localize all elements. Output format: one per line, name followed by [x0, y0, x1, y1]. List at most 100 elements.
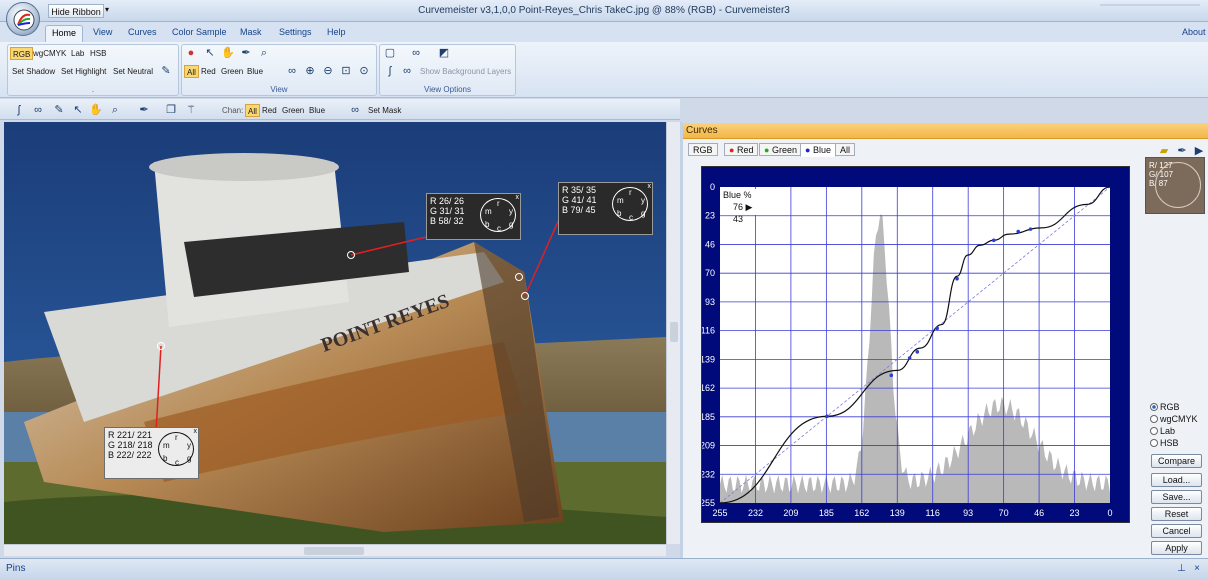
- view-channel-green[interactable]: Green: [219, 65, 245, 78]
- curve-control-point[interactable]: [915, 350, 920, 354]
- curve-control-point[interactable]: [955, 276, 959, 281]
- mode-rgb-button[interactable]: RGB: [10, 47, 34, 60]
- mode-hsb-button[interactable]: HSB: [88, 47, 108, 60]
- zoom-out-icon[interactable]: ⊖: [321, 64, 335, 78]
- radio-hsb[interactable]: HSB: [1150, 437, 1179, 449]
- quick-access-dropdown[interactable]: ▾: [105, 5, 109, 14]
- mode-wgcmyk-button[interactable]: wgCMYK: [31, 47, 68, 60]
- color-probe-3[interactable]: R 221/ 221 G 218/ 218 B 222/ 222 x rygcb…: [104, 427, 199, 479]
- curves-svg[interactable]: 0 23 46 70 93 116 139 162 185 209 232 255 255 232 209…: [702, 167, 1131, 524]
- set-mask-button[interactable]: Set Mask: [366, 104, 403, 117]
- toolbar-channel-all[interactable]: All: [245, 104, 260, 117]
- about-link[interactable]: About: [1176, 25, 1208, 42]
- hide-ribbon-button[interactable]: Hide Ribbon: [48, 4, 104, 18]
- curvemeister-icon[interactable]: ●: [184, 46, 198, 60]
- load-button[interactable]: Load...: [1151, 473, 1202, 487]
- pointer-icon[interactable]: ↖: [71, 103, 85, 117]
- copy-icon[interactable]: ❐: [164, 103, 178, 117]
- apply-button[interactable]: Apply: [1151, 541, 1202, 555]
- probe-close-icon[interactable]: x: [648, 182, 652, 192]
- toolbar-channel-red[interactable]: Red: [260, 104, 279, 117]
- tab-home[interactable]: Home: [45, 25, 84, 42]
- color-probe-2[interactable]: R 35/ 35 G 41/ 41 B 79/ 45 x rygcbm: [558, 182, 653, 235]
- tab-curves[interactable]: Curves: [122, 25, 163, 42]
- show-background-layers-button[interactable]: Show Background Layers: [418, 65, 513, 78]
- layer-square-icon[interactable]: ▢: [383, 46, 397, 60]
- probe-close-icon[interactable]: x: [194, 427, 198, 437]
- set-highlight-button[interactable]: Set Highlight: [59, 65, 108, 78]
- tab-color-sample[interactable]: Color Sample: [166, 25, 233, 42]
- mask-glasses-icon[interactable]: ∞: [285, 64, 299, 78]
- curve-control-point[interactable]: [1028, 227, 1033, 231]
- curves-tab-rgb[interactable]: RGB: [688, 143, 718, 156]
- wand-icon[interactable]: ⚚: [184, 103, 198, 117]
- toolbar-channel-green[interactable]: Green: [280, 104, 306, 117]
- curve-control-point[interactable]: [935, 326, 939, 331]
- toolbar-channel-blue[interactable]: Blue: [307, 104, 327, 117]
- close-icon[interactable]: ×: [1194, 559, 1200, 579]
- y-tick-label: 162: [702, 383, 715, 393]
- zoom-in-icon[interactable]: ⊕: [303, 64, 317, 78]
- zoom-fit-icon[interactable]: ⊡: [339, 64, 353, 78]
- neutral-picker-icon[interactable]: ✎: [52, 103, 66, 117]
- eyedropper-icon[interactable]: ✒: [1175, 144, 1189, 158]
- eyedropper-icon[interactable]: ✒: [239, 46, 253, 60]
- app-menu-orb[interactable]: [6, 2, 40, 36]
- curves-tab-red[interactable]: ● Red: [724, 143, 759, 156]
- curve-control-point[interactable]: [991, 238, 996, 243]
- view-channel-all[interactable]: All: [184, 65, 199, 78]
- zoom-actual-icon[interactable]: ⊙: [357, 64, 371, 78]
- hand-icon[interactable]: ✋: [221, 46, 235, 60]
- magnifier-icon[interactable]: ⌕: [257, 46, 271, 60]
- image-horizontal-scrollbar[interactable]: [4, 544, 666, 556]
- magnifier-icon[interactable]: ⌕: [108, 103, 122, 117]
- folder-icon[interactable]: ▰: [1157, 144, 1171, 158]
- curves-tab-all[interactable]: All: [835, 143, 856, 156]
- mode-lab-button[interactable]: Lab: [69, 47, 86, 60]
- curves-graph[interactable]: 0 23 46 70 93 116 139 162 185 209 232 255 255 232 209…: [701, 166, 1130, 523]
- set-neutral-button[interactable]: Set Neutral: [111, 65, 155, 78]
- curve-control-point[interactable]: [825, 414, 829, 419]
- scroll-thumb[interactable]: [304, 547, 364, 555]
- eyedropper-icon[interactable]: ✒: [137, 103, 151, 117]
- cancel-button[interactable]: Cancel: [1151, 524, 1202, 538]
- color-probe-1[interactable]: R 26/ 26 G 31/ 31 B 58/ 32 x rygcbm: [426, 193, 521, 240]
- y-tick-label: 0: [710, 182, 715, 192]
- tab-mask[interactable]: Mask: [234, 25, 268, 42]
- pointer-icon[interactable]: ↖: [203, 46, 217, 60]
- curve-control-point[interactable]: [907, 356, 912, 360]
- curve-control-point[interactable]: [889, 373, 894, 378]
- radio-wgcmyk[interactable]: wgCMYK: [1150, 413, 1198, 425]
- hand-icon[interactable]: ✋: [89, 103, 103, 117]
- tab-settings[interactable]: Settings: [273, 25, 318, 42]
- pins-panel[interactable]: Pins ⊥ ×: [0, 558, 1208, 579]
- bg-glasses-icon[interactable]: ∞: [400, 64, 414, 78]
- play-icon[interactable]: ▶: [1192, 144, 1206, 158]
- view-channel-blue[interactable]: Blue: [245, 65, 265, 78]
- curve-tool-icon[interactable]: ʃ: [12, 103, 26, 117]
- y-tick-label: 70: [705, 268, 715, 278]
- compare-button[interactable]: Compare: [1151, 454, 1202, 468]
- radio-rgb[interactable]: RGB: [1150, 401, 1180, 413]
- chart-icon[interactable]: ◩: [437, 46, 451, 60]
- tab-view[interactable]: View: [87, 25, 118, 42]
- scroll-thumb[interactable]: [670, 322, 678, 342]
- curves-tab-green[interactable]: ● Green: [759, 143, 802, 156]
- probe-close-icon[interactable]: x: [516, 193, 520, 203]
- image-vertical-scrollbar[interactable]: [666, 122, 680, 544]
- view-glasses-icon[interactable]: ∞: [409, 46, 423, 60]
- glasses-icon[interactable]: ∞: [31, 103, 45, 117]
- curve-tool-icon[interactable]: ʃ: [383, 64, 397, 78]
- set-shadow-button[interactable]: Set Shadow: [10, 65, 57, 78]
- x-tick-label: 232: [748, 508, 763, 518]
- neutral-picker-icon[interactable]: ✎: [159, 64, 173, 78]
- save-button[interactable]: Save...: [1151, 490, 1202, 504]
- tab-help[interactable]: Help: [321, 25, 352, 42]
- radio-lab[interactable]: Lab: [1150, 425, 1175, 437]
- curve-control-point[interactable]: [1016, 229, 1021, 234]
- reset-button[interactable]: Reset: [1151, 507, 1202, 521]
- mask-glasses-icon[interactable]: ∞: [348, 103, 362, 117]
- view-channel-red[interactable]: Red: [199, 65, 218, 78]
- pin-icon[interactable]: ⊥: [1177, 559, 1186, 579]
- curves-tab-blue[interactable]: ● Blue: [800, 143, 836, 157]
